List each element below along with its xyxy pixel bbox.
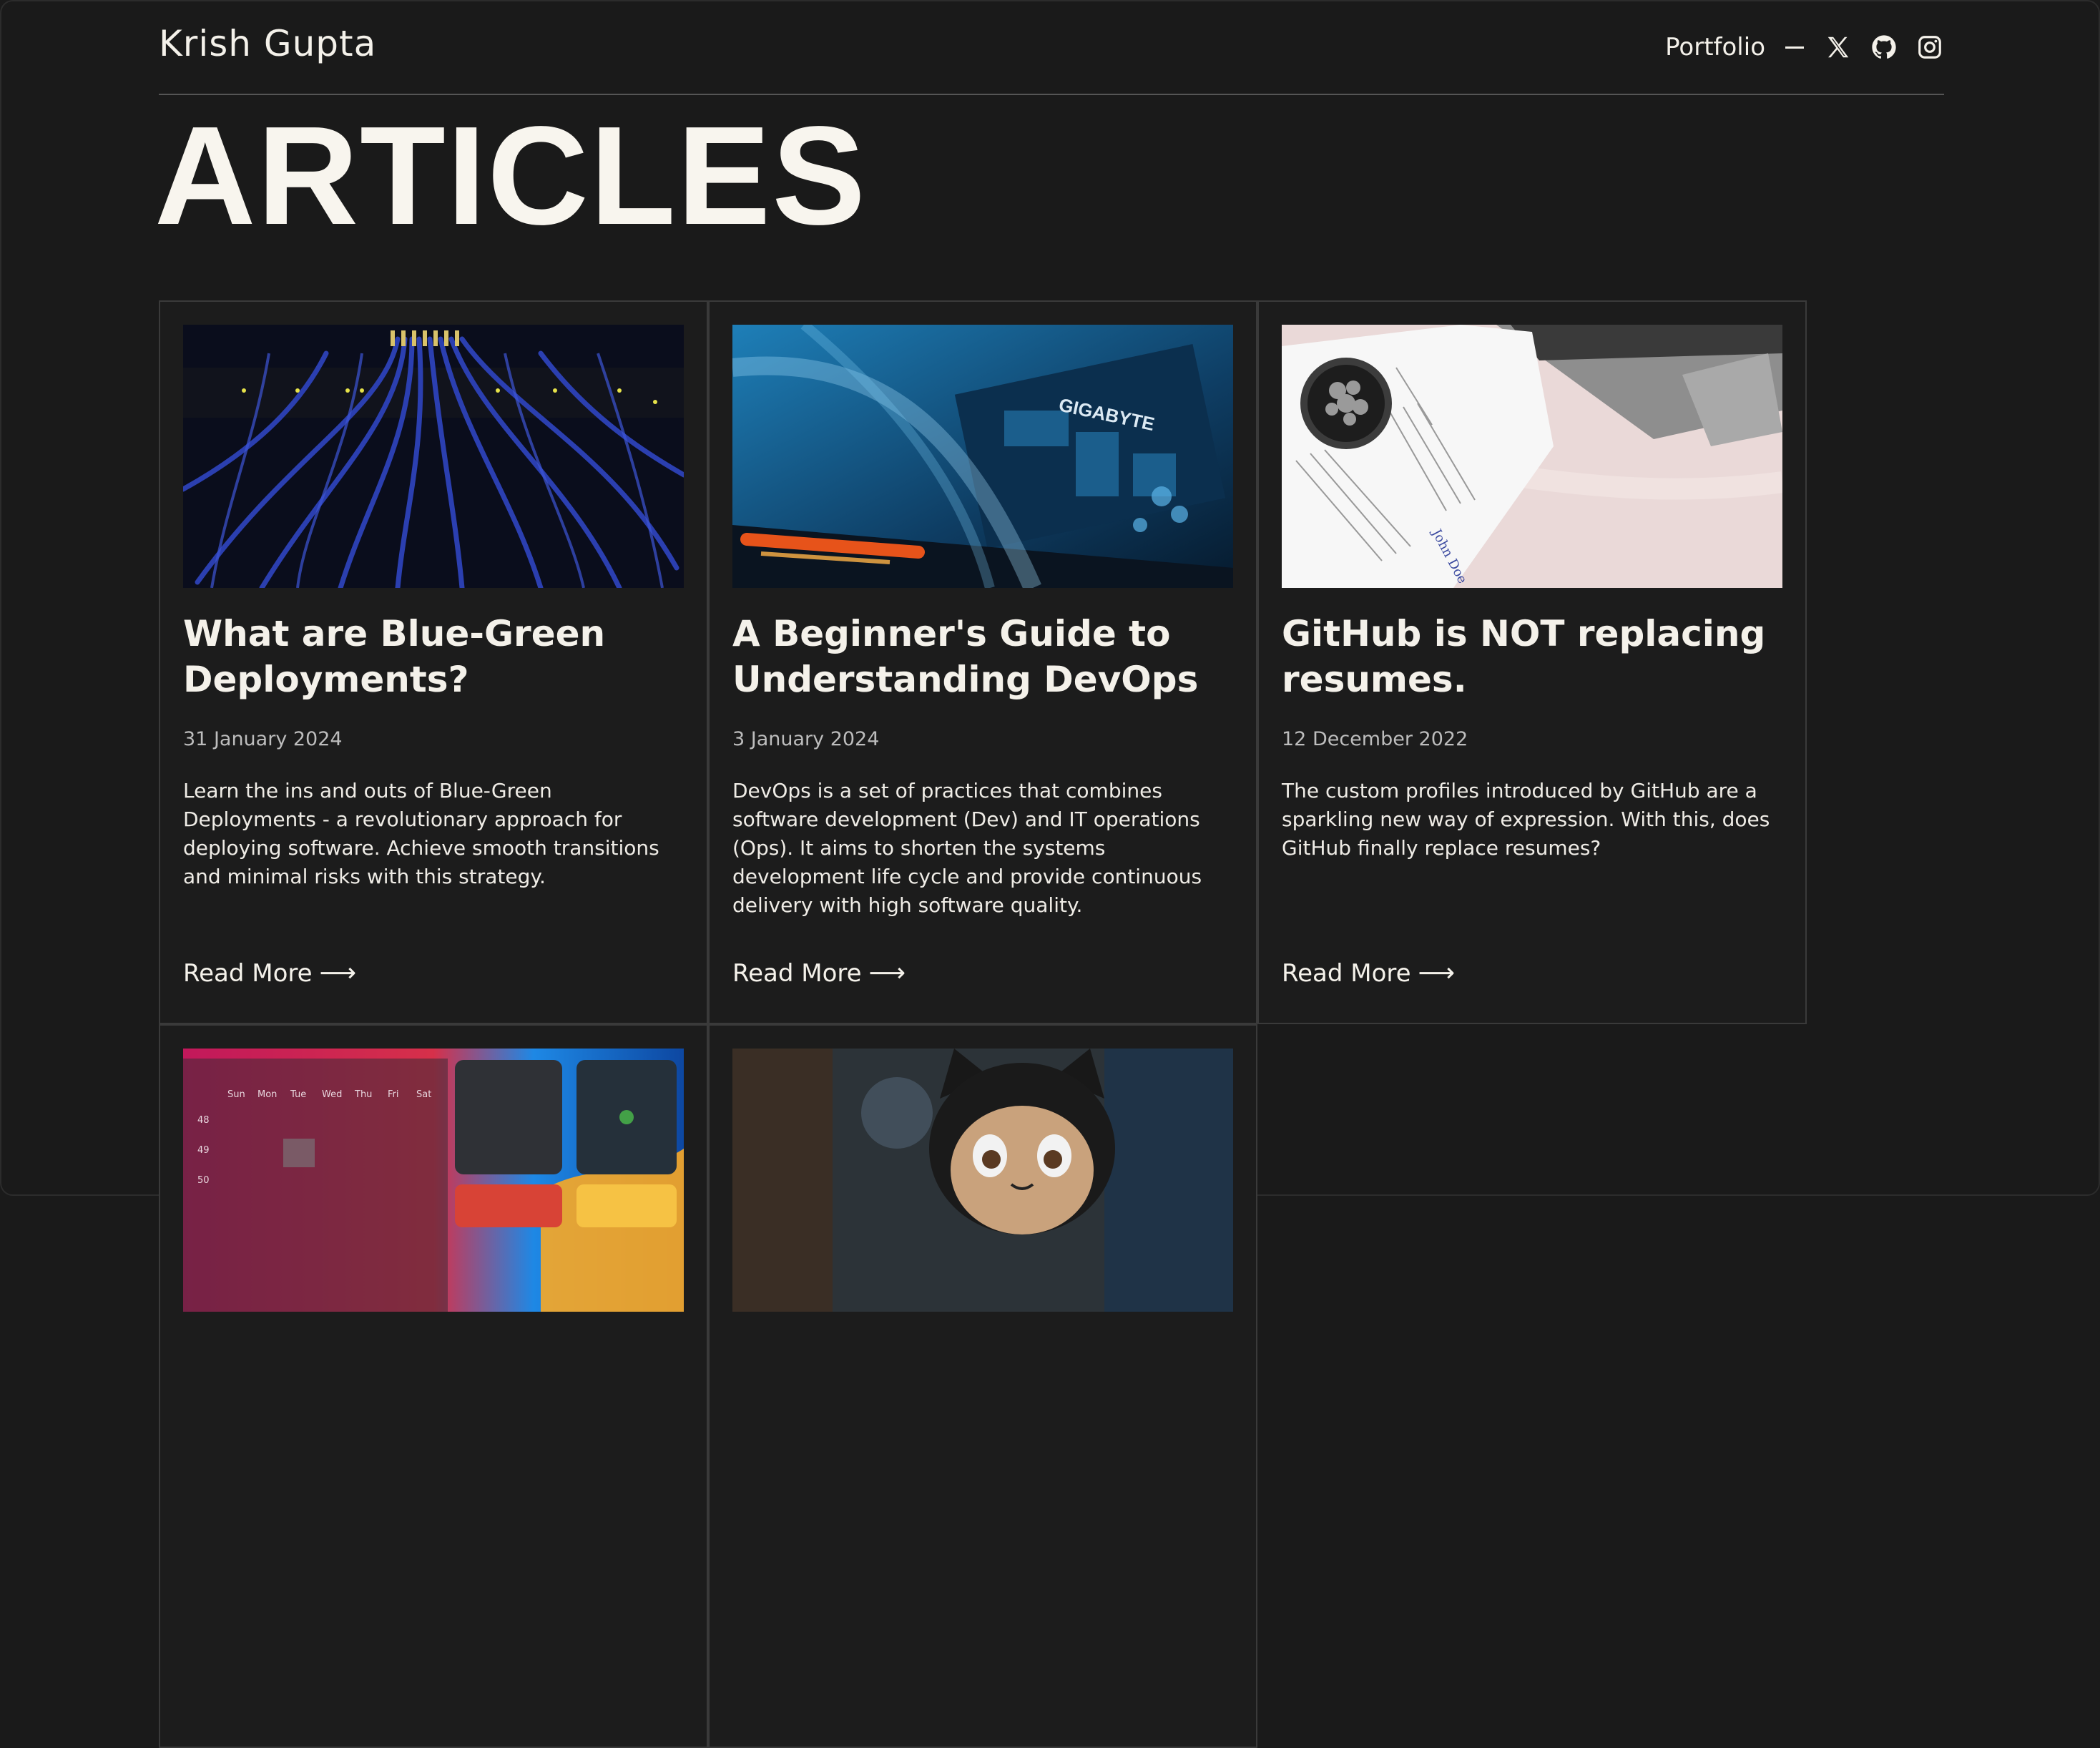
article-title[interactable]: What are Blue-Green Deployments? — [183, 611, 684, 702]
motherboard-image[interactable]: GIGABYTE — [732, 325, 1233, 588]
read-more-label: Read More — [1282, 958, 1411, 988]
resume-laptop-image[interactable]: John Doe — [1282, 325, 1782, 588]
calendar-day: Sat — [416, 1089, 431, 1100]
article-card[interactable]: John Doe GitHub is NOT replacing resumes… — [1257, 300, 1807, 1024]
article-date: 12 December 2022 — [1282, 728, 1468, 750]
read-more-label: Read More — [732, 958, 862, 988]
arrow-right-icon: ⟶ — [1418, 958, 1456, 988]
article-date: 31 January 2024 — [183, 728, 343, 750]
article-title[interactable]: A Beginner's Guide to Understanding DevO… — [732, 611, 1233, 702]
site-header: Krish Gupta Portfolio — [159, 0, 1944, 95]
calendar-day: Sun — [227, 1089, 245, 1100]
read-more-link[interactable]: Read More ⟶ — [732, 958, 906, 988]
nav-portfolio-link[interactable]: Portfolio — [1665, 33, 1765, 62]
calendar-day: Tue — [290, 1089, 306, 1100]
calendar-day: Wed — [322, 1089, 342, 1100]
calendar-week: 48 — [197, 1115, 210, 1126]
instagram-icon[interactable] — [1915, 33, 1944, 62]
calendar-day: Mon — [257, 1089, 277, 1100]
article-description: Learn the ins and outs of Blue-Green Dep… — [183, 779, 659, 888]
page-title: ARTICLES — [154, 97, 867, 254]
calendar-day: Fri — [388, 1089, 399, 1100]
server-cables-image[interactable] — [183, 325, 684, 588]
article-card[interactable]: Sun Mon Tue Wed Thu Fri Sat 48 49 50 — [159, 1024, 708, 1748]
github-icon[interactable] — [1870, 33, 1898, 62]
x-icon[interactable] — [1824, 33, 1853, 62]
arrow-right-icon: ⟶ — [868, 958, 906, 988]
octocat-figure-image[interactable] — [732, 1049, 1233, 1312]
read-more-label: Read More — [183, 958, 313, 988]
article-description: The custom profiles introduced by GitHub… — [1282, 779, 1770, 860]
article-card[interactable] — [708, 1024, 1257, 1748]
article-title[interactable]: GitHub is NOT replacing resumes. — [1282, 611, 1782, 702]
page: Krish Gupta Portfolio ARTICLES What are … — [154, 0, 1944, 1748]
arrow-right-icon: ⟶ — [319, 958, 357, 988]
nav: Portfolio — [1665, 33, 1944, 62]
article-description: DevOps is a set of practices that combin… — [732, 779, 1202, 917]
calendar-day: Thu — [354, 1089, 372, 1100]
site-brand[interactable]: Krish Gupta — [159, 23, 376, 64]
calendar-week: 49 — [197, 1145, 210, 1156]
read-more-link[interactable]: Read More ⟶ — [1282, 958, 1455, 988]
article-card[interactable]: What are Blue-Green Deployments? 31 Janu… — [159, 300, 708, 1024]
calendar-week-numbers: 48 49 50 — [197, 1115, 210, 1186]
calendar-ui-image[interactable]: Sun Mon Tue Wed Thu Fri Sat 48 49 50 — [183, 1049, 684, 1312]
nav-dash — [1785, 46, 1804, 49]
article-card[interactable]: GIGABYTE A Beginner's Guide to Understan… — [708, 300, 1257, 1024]
calendar-week: 50 — [197, 1175, 210, 1186]
read-more-link[interactable]: Read More ⟶ — [183, 958, 356, 988]
article-date: 3 January 2024 — [732, 728, 880, 750]
